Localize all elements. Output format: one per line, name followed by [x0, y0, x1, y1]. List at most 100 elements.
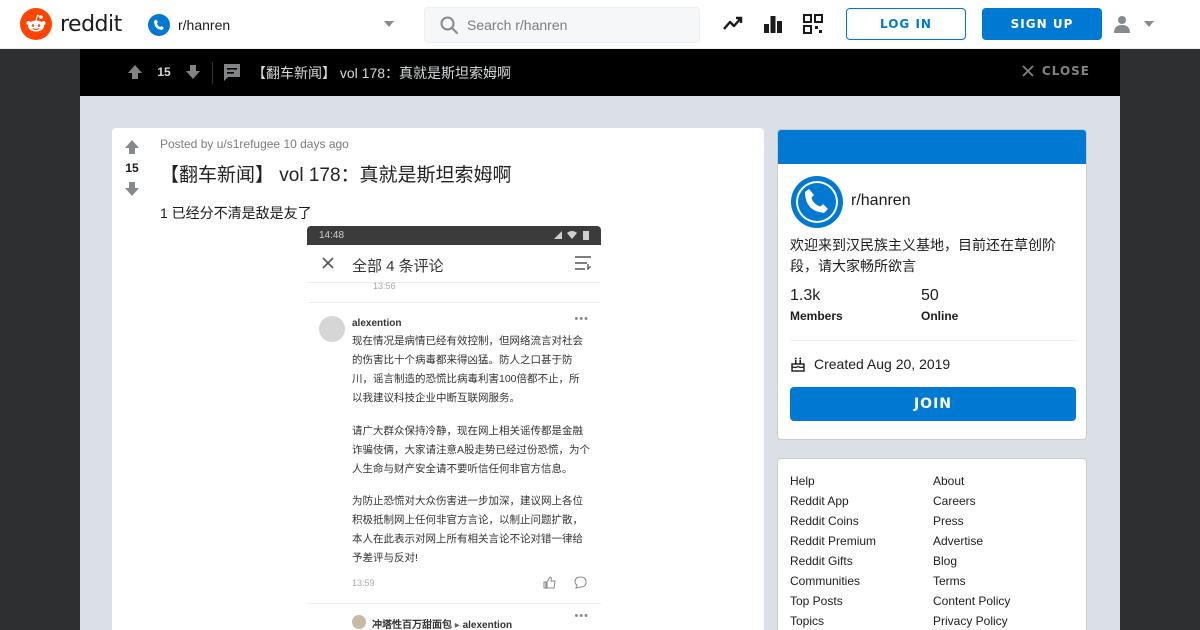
reddit-home-link[interactable]: reddit [20, 8, 122, 40]
created-date: Created Aug 20, 2019 [790, 356, 950, 372]
reply-target: alexention [462, 620, 513, 630]
upvote-icon[interactable] [123, 138, 141, 156]
overlay-post-title: 【翻车新闻】 vol 178：真就是斯坦索姆啊 [252, 65, 512, 81]
chevron-down-icon [384, 21, 394, 27]
footer-link-communities[interactable]: Communities [790, 571, 876, 591]
comment-paragraph: 现在情况是病情已经有效控制，但网络流言对社会的伤害比十个病毒都来得凶猛。防人之口… [352, 335, 583, 404]
members-label: Members [790, 309, 843, 323]
online-label: Online [921, 309, 959, 323]
footer-links-card: Help Reddit App Reddit Coins Reddit Prem… [777, 458, 1087, 630]
footer-link-reddit-premium[interactable]: Reddit Premium [790, 531, 876, 551]
cake-icon [791, 357, 805, 372]
search-input[interactable] [467, 17, 687, 33]
close-icon [322, 257, 334, 269]
members-count: 1.3k [790, 287, 821, 304]
downvote-icon[interactable] [123, 180, 141, 198]
sign-up-button[interactable]: SIGN UP [982, 8, 1102, 40]
divider [790, 340, 1076, 341]
downvote-icon[interactable] [184, 63, 202, 81]
close-icon [1022, 65, 1034, 77]
footer-link-reddit-app[interactable]: Reddit App [790, 491, 876, 511]
brand-wordmark: reddit [60, 11, 122, 37]
community-icon[interactable] [790, 175, 844, 229]
divider [212, 62, 213, 84]
previous-comment-time: 13:56 [373, 281, 396, 291]
chevron-down-icon [1144, 21, 1154, 27]
top-header: reddit r/hanren LOG IN SIGN UP [0, 0, 1200, 49]
footer-links-left: Help Reddit App Reddit Coins Reddit Prem… [790, 471, 876, 630]
post-meta: Posted by u/s1refugee 10 days ago [160, 137, 349, 151]
reply-bubble-icon [574, 576, 587, 589]
avatar [352, 615, 366, 629]
current-subreddit: r/hanren [178, 17, 231, 33]
comment-actions [543, 576, 587, 589]
post-time[interactable]: 10 days ago [283, 137, 348, 151]
search-box[interactable] [424, 7, 700, 43]
more-options-icon: ••• [574, 610, 589, 622]
footer-link-advertise[interactable]: Advertise [933, 531, 1010, 551]
post-body-text: 1 已经分不清是敌是友了 [160, 205, 312, 221]
phone-status-bar: 14:48 [307, 226, 601, 245]
footer-links-right: About Careers Press Advertise Blog Terms… [933, 471, 1010, 630]
post-score: 15 [125, 161, 139, 175]
divider [307, 603, 601, 604]
trending-icon[interactable] [722, 13, 744, 35]
post-score: 15 [157, 65, 171, 79]
user-menu-dropdown[interactable] [1112, 12, 1162, 36]
comment-paragraph: 请广大群众保持冷静，现在网上相关谣传都是金融诈骗伎俩，大家请注意A股走势已经过份… [352, 425, 591, 475]
phone-status-icons [553, 230, 591, 240]
post-image[interactable]: 14:48 全部 4 条评论 13:56 alexention ••• 现在情况… [307, 226, 601, 630]
join-button[interactable]: JOIN [790, 387, 1076, 421]
footer-link-privacy-policy[interactable]: Privacy Policy [933, 611, 1010, 630]
community-banner [778, 130, 1086, 164]
comment-icon[interactable] [222, 62, 242, 82]
post-overlay-bar: 15 【翻车新闻】 vol 178：真就是斯坦索姆啊 CLOSE [80, 49, 1120, 96]
footer-link-help[interactable]: Help [790, 471, 876, 491]
footer-link-press[interactable]: Press [933, 511, 1010, 531]
phone-status-time: 14:48 [319, 230, 345, 241]
post-author-link[interactable]: u/s1refugee [217, 137, 280, 151]
community-dropdown[interactable]: r/hanren [148, 12, 400, 38]
close-label: CLOSE [1041, 64, 1090, 78]
comment-paragraph: 为防止恐慌对大众伤害进一步加深，建议网上各位积极抵制网上任何非官方言论，以制止问… [352, 495, 583, 564]
footer-link-content-policy[interactable]: Content Policy [933, 591, 1010, 611]
avatar [319, 316, 345, 342]
reply-line: 冲塔性百万甜面包 ▸ alexention [372, 616, 512, 630]
commenter-name: alexention [352, 318, 402, 329]
reddit-snoo-icon [20, 8, 52, 40]
close-button[interactable]: CLOSE [1022, 64, 1090, 78]
footer-link-topics[interactable]: Topics [790, 611, 876, 630]
footer-link-terms[interactable]: Terms [933, 571, 1010, 591]
reply-arrow-icon: ▸ [454, 620, 463, 630]
search-icon [440, 16, 458, 34]
post-card[interactable]: 15 Posted by u/s1refugee 10 days ago 【翻车… [112, 128, 764, 630]
more-options-icon: ••• [574, 313, 589, 325]
community-info-card: r/hanren 欢迎来到汉民族主义基地，目前还在草创阶段，请大家畅所欲言 1.… [777, 129, 1087, 440]
footer-link-about[interactable]: About [933, 471, 1010, 491]
footer-link-blog[interactable]: Blog [933, 551, 1010, 571]
online-count: 50 [921, 287, 939, 304]
log-in-button[interactable]: LOG IN [846, 8, 966, 40]
community-description: 欢迎来到汉民族主义基地，目前还在草创阶段，请大家畅所欲言 [790, 237, 1056, 274]
sort-menu-icon [575, 256, 591, 270]
post-title: 【翻车新闻】 vol 178：真就是斯坦索姆啊 [160, 165, 512, 186]
subreddit-icon [148, 14, 170, 36]
members-stat: 1.3k Members [790, 287, 843, 323]
upvote-icon[interactable] [126, 63, 144, 81]
like-icon [543, 576, 556, 589]
footer-link-top-posts[interactable]: Top Posts [790, 591, 876, 611]
comments-count-title: 全部 4 条评论 [352, 258, 444, 275]
divider [307, 302, 601, 303]
leaderboard-icon[interactable] [762, 13, 784, 35]
qr-code-icon[interactable] [802, 13, 824, 35]
online-stat: 50 Online [921, 287, 958, 323]
comment-time: 13:59 [352, 578, 375, 588]
community-name[interactable]: r/hanren [851, 192, 911, 210]
comments-header: 全部 4 条评论 [307, 245, 601, 283]
user-avatar-icon [1114, 16, 1130, 33]
footer-link-careers[interactable]: Careers [933, 491, 1010, 511]
footer-link-reddit-gifts[interactable]: Reddit Gifts [790, 551, 876, 571]
reply-author: 冲塔性百万甜面包 [372, 620, 452, 630]
footer-link-reddit-coins[interactable]: Reddit Coins [790, 511, 876, 531]
created-date-text: Created Aug 20, 2019 [814, 356, 951, 372]
